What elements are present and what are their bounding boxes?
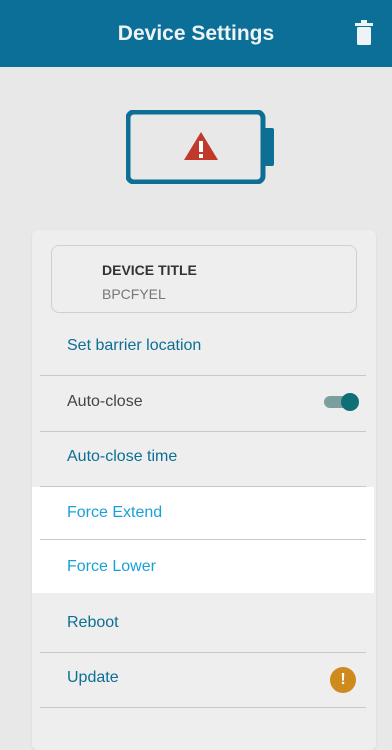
menu-item-update[interactable]: Update bbox=[40, 652, 366, 708]
device-title-value: BPCFYEL bbox=[102, 286, 166, 302]
menu-item-set-barrier-location[interactable]: Set barrier location bbox=[40, 320, 366, 376]
trash-icon[interactable] bbox=[354, 20, 374, 46]
device-title-label: DEVICE TITLE bbox=[102, 262, 197, 278]
page-title: Device Settings bbox=[117, 22, 275, 45]
menu-item-label: Set barrier location bbox=[67, 337, 202, 354]
menu-item-label: Update bbox=[67, 669, 119, 686]
auto-close-toggle[interactable] bbox=[324, 392, 360, 412]
menu-item-label: Force Extend bbox=[67, 504, 163, 521]
divider bbox=[40, 539, 366, 540]
device-title-field[interactable]: DEVICE TITLE BPCFYEL bbox=[51, 245, 357, 313]
header-bar: Device Settings bbox=[0, 0, 392, 67]
menu-item-label: Auto-close time bbox=[67, 448, 178, 465]
menu-item-label: Auto-close bbox=[67, 393, 143, 410]
menu-item-reboot[interactable]: Reboot bbox=[40, 597, 366, 653]
menu-item-auto-close-time[interactable]: Auto-close time bbox=[40, 431, 366, 487]
menu-item-auto-close[interactable]: Auto-close bbox=[40, 376, 366, 432]
menu-item-force-extend[interactable]: Force Extend bbox=[40, 487, 366, 542]
menu-item-label: Force Lower bbox=[67, 558, 156, 575]
update-alert-icon: ! bbox=[330, 667, 356, 693]
battery-warning-icon bbox=[126, 110, 274, 184]
menu-item-label: Reboot bbox=[67, 614, 119, 631]
menu-item-force-lower[interactable]: Force Lower bbox=[40, 541, 366, 596]
